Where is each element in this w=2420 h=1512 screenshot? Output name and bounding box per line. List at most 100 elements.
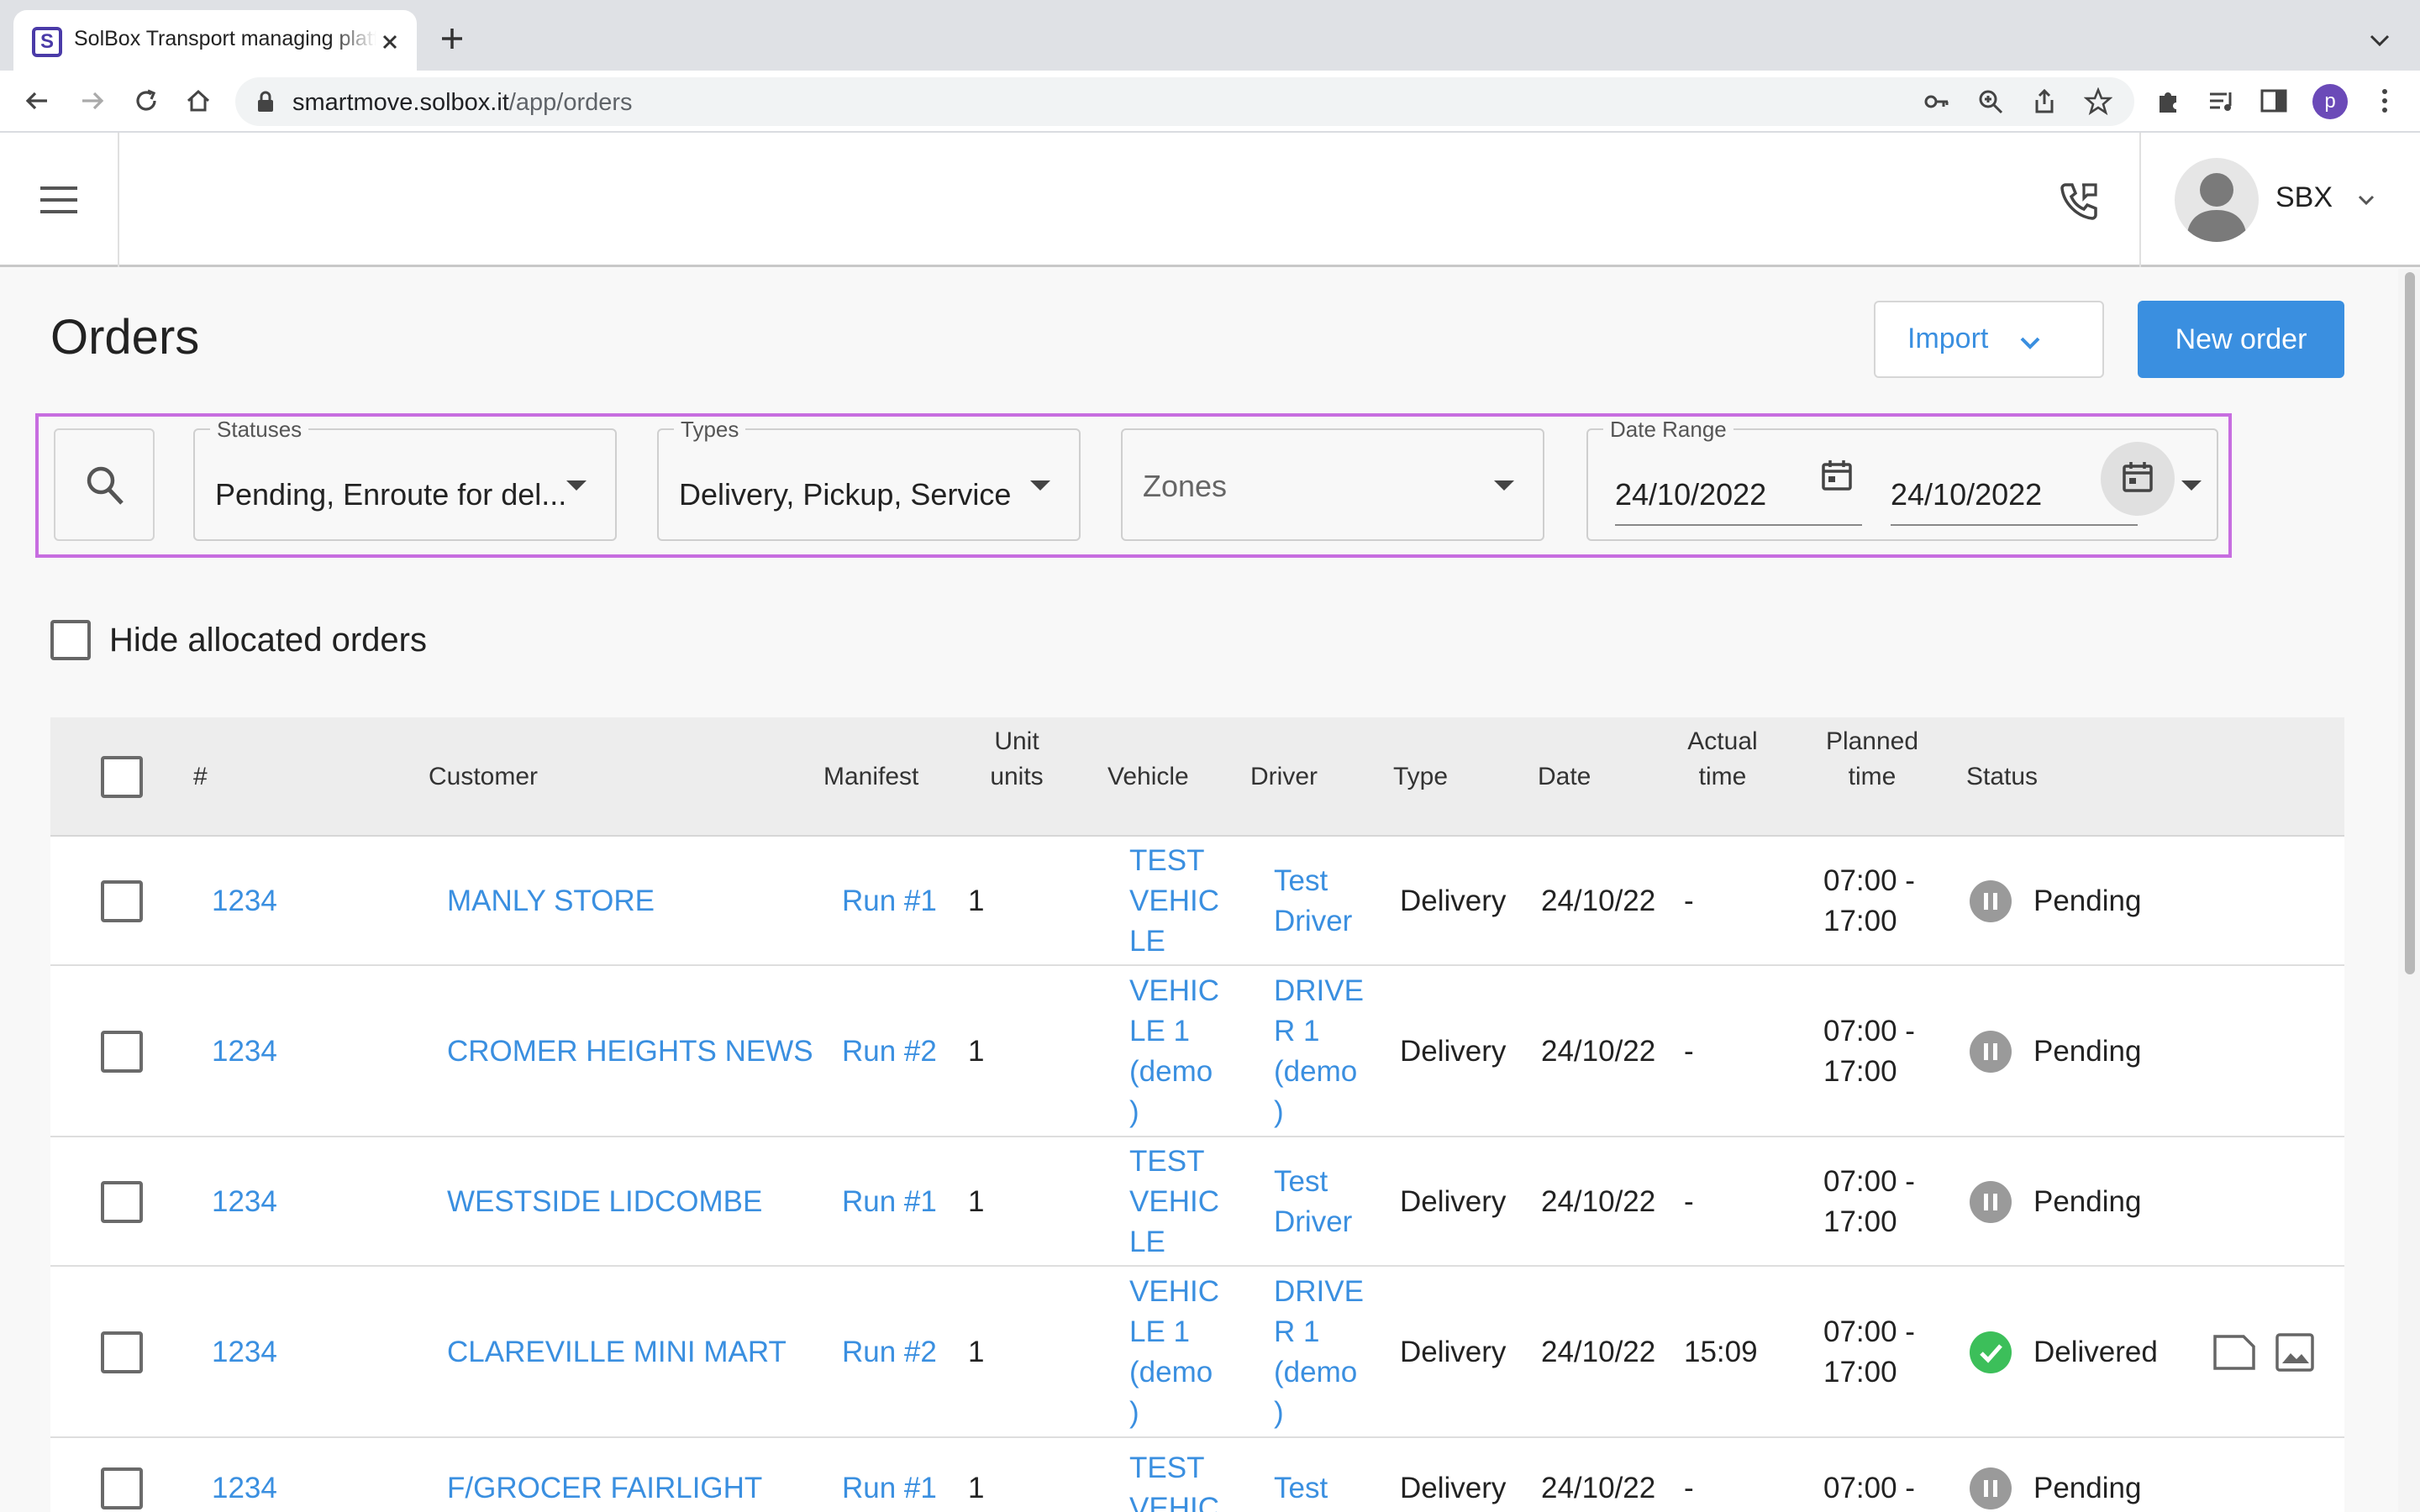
order-number-link[interactable]: 1234 [212, 1332, 304, 1373]
table-row[interactable]: 1234 MANLY STORE Run #1 1 TEST VEHIC LE Test … [50, 837, 2344, 966]
manifest-link[interactable]: Run #1 [842, 881, 951, 921]
order-number-link[interactable]: 1234 [212, 881, 304, 921]
column-header-vehicle[interactable]: Vehicle [1107, 759, 1189, 795]
url-text: smartmove.solbox.it/app/orders [292, 89, 633, 117]
planned-time-cell: 07:00 - 17:00 [1823, 1015, 1915, 1088]
column-header-status[interactable]: Status [1966, 759, 2038, 795]
customer-link[interactable]: CLAREVILLE MINI MART [447, 1332, 817, 1373]
scrollbar-thumb[interactable] [2405, 272, 2415, 974]
date-range-label: Date Range [1603, 417, 1733, 444]
file-icon[interactable] [2212, 1333, 2257, 1372]
table-row[interactable]: 1234 WESTSIDE LIDCOMBE Run #1 1 TEST VEHIC L… [50, 1137, 2344, 1267]
table-row[interactable]: 1234 CROMER HEIGHTS NEWS Run #2 1 VEHIC LE 1… [50, 966, 2344, 1137]
star-icon[interactable] [2084, 87, 2112, 116]
dropdown-arrow-icon[interactable] [2180, 477, 2203, 494]
side-panel-icon[interactable] [2255, 82, 2292, 119]
home-icon[interactable] [180, 82, 217, 119]
column-header-type[interactable]: Type [1393, 759, 1448, 795]
driver-link[interactable]: DRIVE R 1 (demo ) [1274, 1272, 1368, 1433]
order-number-link[interactable]: 1234 [212, 1468, 304, 1509]
import-button[interactable]: Import [1874, 301, 2104, 378]
close-icon[interactable] [376, 29, 403, 55]
column-header-manifest[interactable]: Manifest [823, 759, 918, 795]
column-header-date[interactable]: Date [1538, 759, 1591, 795]
back-arrow-icon[interactable] [18, 82, 55, 119]
driver-link[interactable]: Test Driver [1274, 861, 1368, 942]
address-bar[interactable]: smartmove.solbox.it/app/orders [235, 77, 2134, 126]
page-scrollbar[interactable] [2398, 269, 2420, 1512]
chevron-down-icon[interactable] [2365, 25, 2395, 55]
row-checkbox[interactable] [101, 1331, 143, 1373]
column-header-unit-units[interactable]: Unit units [975, 724, 1059, 795]
driver-link[interactable]: Test [1274, 1468, 1368, 1509]
zones-select[interactable]: Zones [1121, 428, 1544, 541]
manifest-link[interactable]: Run #2 [842, 1332, 951, 1373]
browser-toolbar: smartmove.solbox.it/app/orders p [0, 71, 2420, 133]
table-row[interactable]: 1234 CLAREVILLE MINI MART Run #2 1 VEHIC LE … [50, 1267, 2344, 1438]
types-label: Types [674, 417, 746, 444]
manifest-link[interactable]: Run #1 [842, 1182, 951, 1222]
vehicle-link[interactable]: TEST VEHIC LE [1129, 1142, 1223, 1263]
row-checkbox[interactable] [101, 880, 143, 922]
profile-avatar[interactable]: p [2312, 84, 2348, 119]
reload-icon[interactable] [128, 82, 165, 119]
types-select[interactable]: Types Delivery, Pickup, Service [657, 417, 1081, 541]
kebab-menu-icon[interactable] [2366, 82, 2403, 119]
order-number-link[interactable]: 1234 [212, 1182, 304, 1222]
row-checkbox[interactable] [101, 1467, 143, 1509]
search-icon [87, 466, 124, 505]
new-order-button[interactable]: New order [2138, 301, 2344, 378]
column-header-customer[interactable]: Customer [429, 759, 538, 795]
vehicle-link[interactable]: VEHIC LE 1 (demo ) [1129, 971, 1223, 1132]
share-icon[interactable] [2030, 87, 2059, 116]
calendar-icon[interactable] [1818, 457, 1855, 494]
planned-time-cell: 07:00 - 17:00 [1823, 1165, 1915, 1238]
chevron-down-icon[interactable] [2354, 188, 2378, 212]
order-number-link[interactable]: 1234 [212, 1032, 304, 1072]
zoom-icon[interactable] [1976, 87, 2005, 116]
column-header-driver[interactable]: Driver [1250, 759, 1318, 795]
column-header-number[interactable]: # [193, 759, 208, 795]
planned-time-cell: 07:00 - 17:00 [1823, 1315, 1915, 1389]
customer-link[interactable]: F/GROCER FAIRLIGHT [447, 1468, 817, 1509]
pause-icon [1970, 1031, 2012, 1073]
media-control-icon[interactable] [2203, 82, 2240, 119]
forward-arrow-icon[interactable] [74, 82, 111, 119]
statuses-select[interactable]: Statuses Pending, Enroute for del... [193, 417, 617, 541]
select-all-checkbox[interactable] [101, 756, 143, 798]
image-icon[interactable] [2274, 1331, 2316, 1373]
hide-allocated-checkbox[interactable] [50, 620, 91, 660]
vehicle-link[interactable]: VEHIC LE 1 (demo ) [1129, 1272, 1223, 1433]
vehicle-link[interactable]: TEST VEHIC [1129, 1448, 1223, 1512]
row-checkbox[interactable] [101, 1031, 143, 1073]
calendar-button[interactable] [2101, 442, 2175, 516]
customer-link[interactable]: WESTSIDE LIDCOMBE [447, 1182, 817, 1222]
extensions-puzzle-icon[interactable] [2149, 82, 2186, 119]
plus-icon[interactable] [435, 22, 469, 55]
manifest-link[interactable]: Run #2 [842, 1032, 951, 1072]
date-to-input[interactable]: 24/10/2022 [1891, 477, 2042, 512]
vehicle-link[interactable]: TEST VEHIC LE [1129, 841, 1223, 962]
user-avatar[interactable] [2175, 158, 2259, 242]
customer-link[interactable]: CROMER HEIGHTS NEWS [447, 1032, 817, 1072]
driver-link[interactable]: Test Driver [1274, 1162, 1368, 1242]
key-icon[interactable] [1923, 87, 1951, 116]
date-cell: 24/10/22 [1541, 1035, 1656, 1068]
table-header: # Customer Manifest Unit units Vehicle D… [50, 717, 2344, 837]
customer-link[interactable]: MANLY STORE [447, 881, 817, 921]
user-name[interactable]: SBX [2275, 181, 2333, 214]
check-icon [1970, 1331, 2012, 1373]
app-header: SBX [0, 133, 2420, 267]
manifest-link[interactable]: Run #1 [842, 1468, 951, 1509]
table-row[interactable]: 1234 F/GROCER FAIRLIGHT Run #1 1 TEST VEHIC T… [50, 1438, 2344, 1512]
menu-button[interactable] [0, 133, 119, 267]
date-from-input[interactable]: 24/10/2022 [1615, 477, 1766, 512]
search-button[interactable] [54, 428, 155, 541]
column-header-actual-time[interactable]: Actual time [1672, 724, 1773, 795]
browser-tab[interactable]: S SolBox Transport managing platform [13, 10, 417, 71]
type-cell: Delivery [1400, 885, 1507, 917]
driver-link[interactable]: DRIVE R 1 (demo ) [1274, 971, 1368, 1132]
column-header-planned-time[interactable]: Planned time [1818, 724, 1926, 795]
row-checkbox[interactable] [101, 1181, 143, 1223]
phone-call-icon[interactable] [2057, 178, 2102, 223]
